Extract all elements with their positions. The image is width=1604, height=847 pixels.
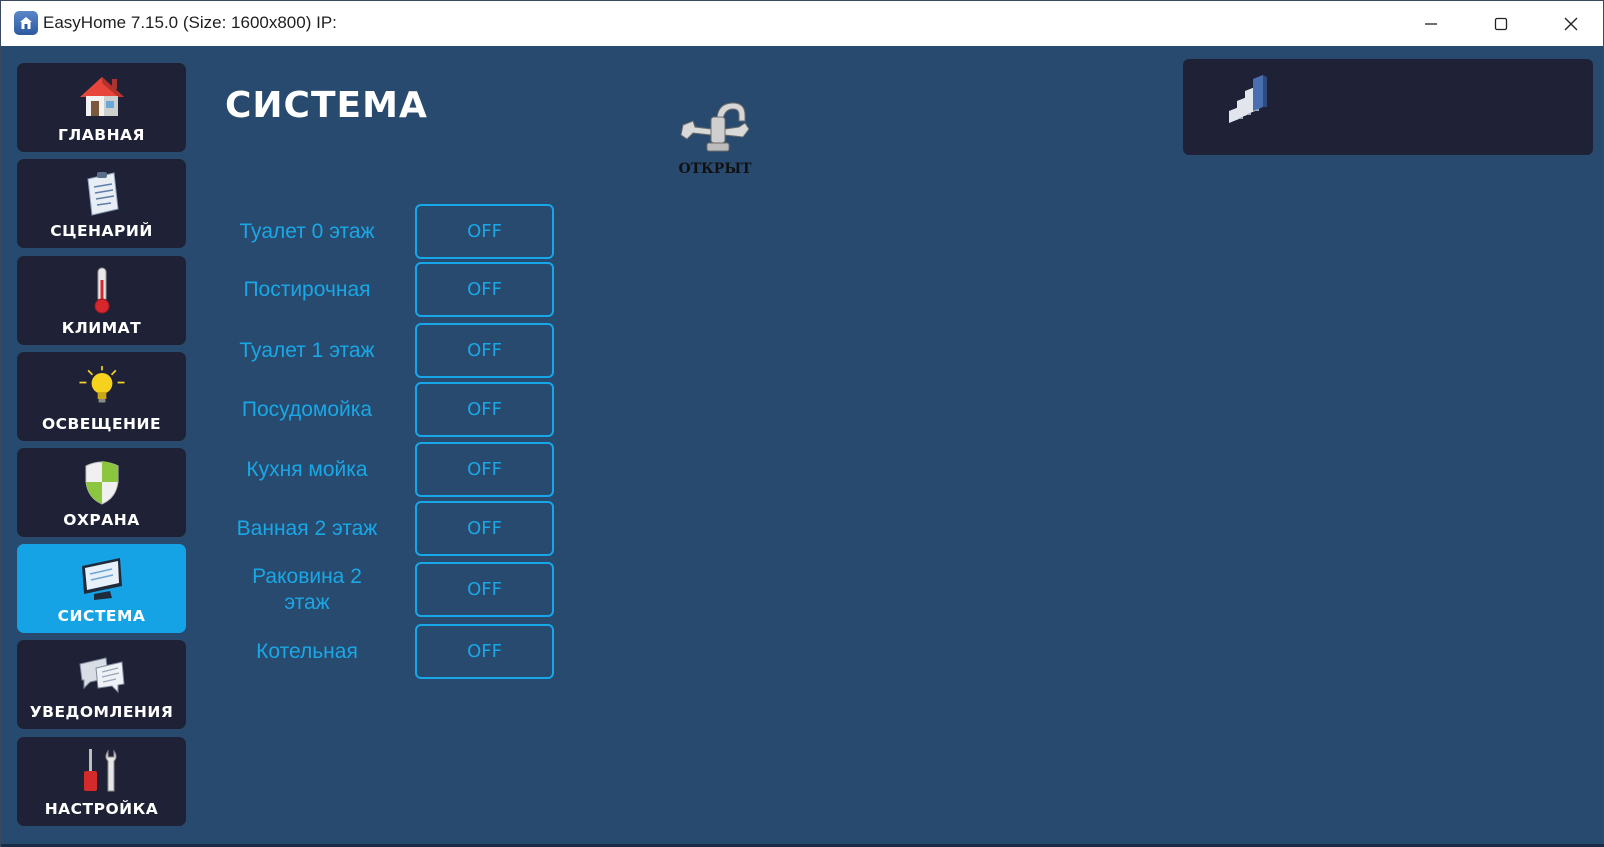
valve-label: Кухня мойка xyxy=(246,458,368,481)
title-bar: EasyHome 7.15.0 (Size: 1600x800) IP: xyxy=(1,1,1603,46)
valve-row-toilet-1: Туалет 1 этаж OFF xyxy=(229,323,557,379)
clipboard-icon xyxy=(76,169,128,217)
maximize-button[interactable] xyxy=(1466,1,1536,46)
sidebar-item-notifications[interactable]: УВЕДОМЛЕНИЯ xyxy=(17,640,186,729)
sidebar-item-label: КЛИМАТ xyxy=(61,319,142,337)
valve-row-sink-2: Раковина 2 этаж OFF xyxy=(229,562,557,618)
page-title: СИСТЕМА xyxy=(225,85,428,126)
sidebar-item-label: СЦЕНАРИЙ xyxy=(50,222,153,240)
valve-toggle-button[interactable]: OFF xyxy=(415,562,554,617)
valve-row-bathroom-2: Ванная 2 этаж OFF xyxy=(229,501,557,557)
signal-bars-icon xyxy=(1229,75,1267,123)
faucet-icon xyxy=(680,102,750,152)
sidebar-item-label: ОСВЕЩЕНИЕ xyxy=(41,415,162,433)
valve-row-boiler-room: Котельная OFF xyxy=(229,624,557,680)
minimize-button[interactable] xyxy=(1396,1,1466,46)
faucet-state-label: ОТКРЫТ xyxy=(678,161,752,177)
chat-bubbles-icon xyxy=(76,650,128,698)
tools-icon xyxy=(76,747,128,795)
valve-toggle-button[interactable]: OFF xyxy=(415,323,554,378)
valve-row-toilet-0: Туалет 0 этаж OFF xyxy=(229,204,557,260)
valve-toggle-button[interactable]: OFF xyxy=(415,501,554,556)
sidebar-item-scenario[interactable]: СЦЕНАРИЙ xyxy=(17,159,186,248)
valve-label: Ванная 2 этаж xyxy=(236,517,378,540)
house-icon xyxy=(76,73,128,121)
valve-label: Туалет 0 этаж xyxy=(239,220,375,243)
maximize-icon xyxy=(1494,17,1508,30)
valve-row-laundry: Постирочная OFF xyxy=(229,262,557,318)
monitor-icon xyxy=(76,554,128,602)
sidebar-item-label: СИСТЕМА xyxy=(57,607,146,625)
valve-row-dishwasher: Посудомойка OFF xyxy=(229,382,557,438)
valve-toggle-button[interactable]: OFF xyxy=(415,204,554,259)
valve-label: Раковина 2 этаж xyxy=(252,565,362,614)
light-bulb-icon xyxy=(76,362,128,410)
valve-toggle-button[interactable]: OFF xyxy=(415,624,554,679)
app-home-icon xyxy=(14,11,38,35)
faucet-status[interactable]: ОТКРЫТ xyxy=(673,99,757,183)
shield-icon xyxy=(76,458,128,506)
sidebar-item-settings[interactable]: НАСТРОЙКА xyxy=(17,737,186,826)
valve-label: Посудомойка xyxy=(241,398,373,421)
valve-row-kitchen-sink: Кухня мойка OFF xyxy=(229,442,557,498)
sidebar-item-label: НАСТРОЙКА xyxy=(44,800,159,818)
sidebar-item-lighting[interactable]: ОСВЕЩЕНИЕ xyxy=(17,352,186,441)
thermometer-icon xyxy=(76,266,128,314)
sidebar-item-climate[interactable]: КЛИМАТ xyxy=(17,256,186,345)
valve-label: Постирочная xyxy=(243,278,371,301)
valve-label: Туалет 1 этаж xyxy=(239,339,375,362)
sidebar-item-label: ОХРАНА xyxy=(63,511,140,529)
sidebar-item-system[interactable]: СИСТЕМА xyxy=(17,544,186,633)
valve-toggle-button[interactable]: OFF xyxy=(415,442,554,497)
close-button[interactable] xyxy=(1536,1,1604,46)
app-window: EasyHome 7.15.0 (Size: 1600x800) IP: ГЛА… xyxy=(0,0,1604,847)
sidebar-item-main[interactable]: ГЛАВНАЯ xyxy=(17,63,186,152)
status-panel xyxy=(1183,59,1593,155)
valve-toggle-button[interactable]: OFF xyxy=(415,382,554,437)
sidebar-item-label: УВЕДОМЛЕНИЯ xyxy=(29,703,174,721)
window-title: EasyHome 7.15.0 (Size: 1600x800) IP: xyxy=(43,13,337,32)
sidebar-item-label: ГЛАВНАЯ xyxy=(58,126,145,144)
valve-toggle-button[interactable]: OFF xyxy=(415,262,554,317)
close-icon xyxy=(1564,17,1578,30)
minimize-icon xyxy=(1425,22,1437,25)
sidebar-item-security[interactable]: ОХРАНА xyxy=(17,448,186,537)
valve-label: Котельная xyxy=(256,640,358,663)
